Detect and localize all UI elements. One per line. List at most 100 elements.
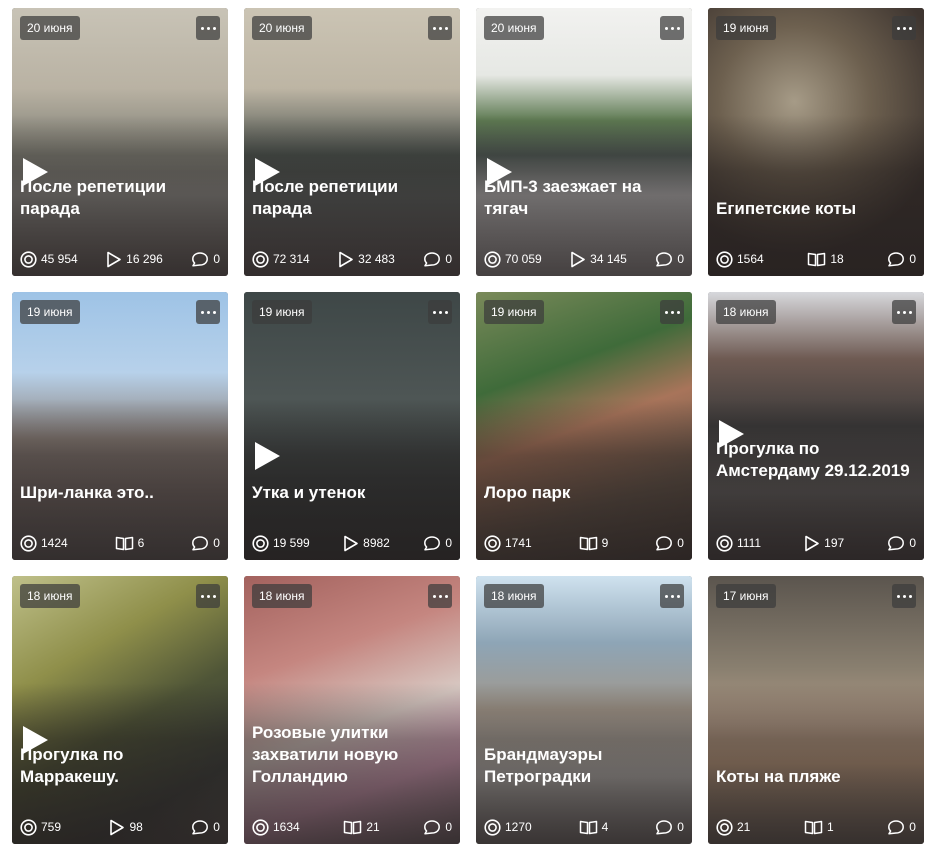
plays-stat: 98 — [109, 819, 143, 836]
publish-date-badge: 20 июня — [484, 16, 544, 40]
publish-date-badge: 19 июня — [252, 300, 312, 324]
eye-circle-icon — [484, 250, 501, 268]
publish-date-badge: 20 июня — [20, 16, 80, 40]
comment-bubble-icon — [655, 819, 673, 836]
more-dots-icon[interactable] — [892, 16, 916, 40]
comments-stat[interactable]: 0 — [423, 251, 452, 268]
card-stats: 759 98 0 — [20, 816, 220, 838]
card-title[interactable]: Шри-ланка это.. — [20, 482, 220, 504]
card-title[interactable]: Прогулка по Амстердаму 29.12.2019 — [716, 438, 916, 482]
publication-card[interactable]: 19 июня Египетские коты 1564 18 0 — [708, 8, 924, 276]
comments-stat[interactable]: 0 — [655, 535, 684, 552]
views-stat: 21 — [716, 818, 750, 836]
comments-count: 0 — [213, 820, 220, 834]
publication-card[interactable]: 19 июня Утка и утенок 19 599 8982 0 — [244, 292, 460, 560]
reads-stat: 1 — [804, 819, 834, 835]
plays-count: 34 145 — [590, 252, 627, 266]
more-dots-icon[interactable] — [196, 584, 220, 608]
publish-date-badge: 19 июня — [484, 300, 544, 324]
views-count: 759 — [41, 820, 62, 834]
publication-card[interactable]: 19 июня Лоро парк 1741 9 0 — [476, 292, 692, 560]
comments-stat[interactable]: 0 — [655, 251, 684, 268]
publication-card[interactable]: 20 июня БМП-3 заезжает на тягач 70 059 3… — [476, 8, 692, 276]
publication-card[interactable]: 17 июня Коты на пляже 21 1 0 — [708, 576, 924, 844]
comment-bubble-icon — [423, 251, 441, 268]
card-title[interactable]: Прогулка по Марракешу. — [20, 744, 220, 788]
views-stat: 19 599 — [252, 534, 310, 552]
views-count: 1634 — [273, 820, 300, 834]
views-stat: 1111 — [716, 534, 761, 552]
comments-count: 0 — [213, 536, 220, 550]
publication-card[interactable]: 19 июня Шри-ланка это.. 1424 6 0 — [12, 292, 228, 560]
publication-card[interactable]: 18 июня Прогулка по Марракешу. 759 98 0 — [12, 576, 228, 844]
more-dots-icon[interactable] — [428, 16, 452, 40]
card-title[interactable]: Коты на пляже — [716, 766, 916, 788]
comments-stat[interactable]: 0 — [191, 819, 220, 836]
more-dots-icon[interactable] — [660, 584, 684, 608]
publication-card[interactable]: 18 июня Прогулка по Амстердаму 29.12.201… — [708, 292, 924, 560]
reads-count: 1 — [826, 820, 834, 834]
open-book-icon — [115, 535, 134, 551]
plays-count: 98 — [129, 820, 143, 834]
card-title[interactable]: После репетиции парада — [20, 176, 220, 220]
views-count: 72 314 — [273, 252, 310, 266]
reads-stat: 6 — [115, 535, 145, 551]
plays-stat: 8982 — [343, 535, 390, 552]
comments-stat[interactable]: 0 — [887, 535, 916, 552]
play-outline-icon — [570, 251, 586, 268]
reads-count: 6 — [137, 536, 145, 550]
more-dots-icon[interactable] — [892, 300, 916, 324]
views-count: 45 954 — [41, 252, 78, 266]
comment-bubble-icon — [887, 251, 905, 268]
more-dots-icon[interactable] — [660, 16, 684, 40]
comment-bubble-icon — [655, 535, 673, 552]
comments-count: 0 — [445, 820, 452, 834]
comments-count: 0 — [445, 536, 452, 550]
comments-stat[interactable]: 0 — [191, 251, 220, 268]
comment-bubble-icon — [191, 535, 209, 552]
card-title[interactable]: БМП-3 заезжает на тягач — [484, 176, 684, 220]
publications-grid: 20 июня После репетиции парада 45 954 16… — [12, 8, 924, 844]
comments-stat[interactable]: 0 — [655, 819, 684, 836]
comments-stat[interactable]: 0 — [887, 251, 916, 268]
reads-count: 9 — [601, 536, 609, 550]
plays-count: 32 483 — [358, 252, 395, 266]
reads-stat: 9 — [579, 535, 609, 551]
card-title[interactable]: Лоро парк — [484, 482, 684, 504]
views-count: 70 059 — [505, 252, 542, 266]
views-stat: 1270 — [484, 818, 532, 836]
card-title[interactable]: Утка и утенок — [252, 482, 452, 504]
more-dots-icon[interactable] — [428, 584, 452, 608]
card-stats: 1564 18 0 — [716, 248, 916, 270]
views-count: 1564 — [737, 252, 764, 266]
comments-stat[interactable]: 0 — [887, 819, 916, 836]
publication-card[interactable]: 20 июня После репетиции парада 45 954 16… — [12, 8, 228, 276]
card-title[interactable]: Египетские коты — [716, 198, 916, 220]
comments-stat[interactable]: 0 — [191, 535, 220, 552]
card-title[interactable]: Розовые улитки захватили новую Голландию — [252, 722, 452, 788]
card-title[interactable]: Брандмауэры Петроградки — [484, 744, 684, 788]
card-stats: 1741 9 0 — [484, 532, 684, 554]
card-title[interactable]: После репетиции парада — [252, 176, 452, 220]
reads-stat: 21 — [343, 819, 380, 835]
views-count: 1741 — [505, 536, 532, 550]
more-dots-icon[interactable] — [660, 300, 684, 324]
publish-date-badge: 19 июня — [20, 300, 80, 324]
more-dots-icon[interactable] — [892, 584, 916, 608]
eye-circle-icon — [716, 534, 733, 552]
comment-bubble-icon — [887, 535, 905, 552]
more-dots-icon[interactable] — [196, 16, 220, 40]
comments-stat[interactable]: 0 — [423, 535, 452, 552]
publication-card[interactable]: 18 июня Розовые улитки захватили новую Г… — [244, 576, 460, 844]
eye-circle-icon — [20, 250, 37, 268]
more-dots-icon[interactable] — [196, 300, 220, 324]
comments-count: 0 — [909, 536, 916, 550]
more-dots-icon[interactable] — [428, 300, 452, 324]
comments-stat[interactable]: 0 — [423, 819, 452, 836]
views-stat: 1741 — [484, 534, 532, 552]
play-triangle-icon — [255, 442, 280, 470]
publication-card[interactable]: 20 июня После репетиции парада 72 314 32… — [244, 8, 460, 276]
card-stats: 1270 4 0 — [484, 816, 684, 838]
publication-card[interactable]: 18 июня Брандмауэры Петроградки 1270 4 0 — [476, 576, 692, 844]
plays-stat: 197 — [804, 535, 844, 552]
